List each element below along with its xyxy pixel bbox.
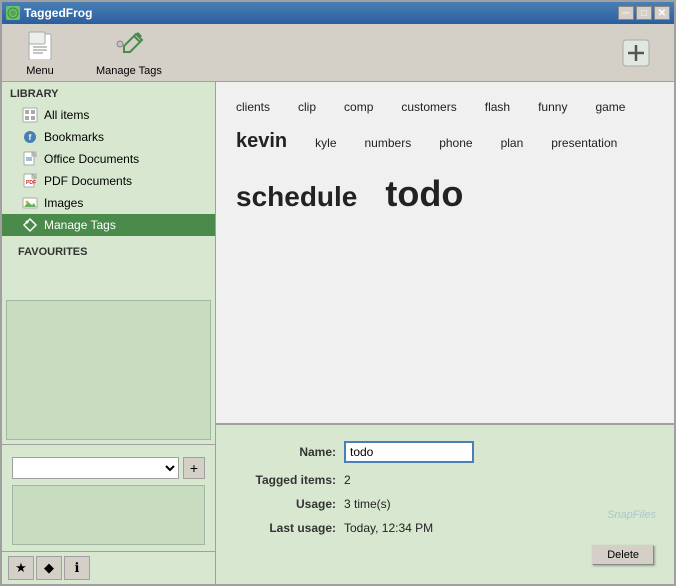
add-toolbar-item[interactable]	[606, 33, 666, 73]
svg-text:f: f	[29, 133, 32, 142]
sidebar-bottom: +	[2, 444, 215, 551]
delete-row: Delete	[236, 545, 654, 565]
all-items-icon	[22, 107, 38, 123]
detail-panel: Name: Tagged items: 2 Usage: 3 time(s) L…	[216, 424, 674, 584]
tag-word[interactable]: todo	[385, 165, 463, 223]
name-input[interactable]	[344, 441, 474, 463]
tag-word[interactable]: kyle	[315, 134, 336, 153]
usage-value: 3 time(s)	[344, 497, 391, 511]
tag-word[interactable]: clip	[298, 98, 316, 117]
window-title: TaggedFrog	[24, 6, 92, 20]
detail-name-row: Name:	[236, 441, 654, 463]
sidebar-label-all-items: All items	[44, 108, 89, 122]
tag-button[interactable]: ◆	[36, 556, 62, 580]
tag-word[interactable]: comp	[344, 98, 373, 117]
manage-tags-label: Manage Tags	[96, 65, 162, 77]
info-button[interactable]: ℹ	[64, 556, 90, 580]
sidebar-label-images: Images	[44, 196, 83, 210]
last-usage-label: Last usage:	[236, 521, 336, 535]
sidebar-label-pdf-documents: PDF Documents	[44, 174, 132, 188]
sidebar-label-office-documents: Office Documents	[44, 152, 139, 166]
sidebar-add-button[interactable]: +	[183, 457, 205, 479]
sidebar: LIBRARY All items f	[2, 82, 216, 584]
sidebar-item-manage-tags[interactable]: Manage Tags	[2, 214, 215, 236]
manage-tags-toolbar-item[interactable]: Manage Tags	[90, 25, 168, 81]
pdf-documents-icon: PDF	[22, 173, 38, 189]
tag-word[interactable]: flash	[485, 98, 510, 117]
usage-label: Usage:	[236, 497, 336, 511]
tags-grid: clients clip comp customers flash funny game ke…	[236, 98, 654, 223]
minimize-button[interactable]: ─	[618, 6, 634, 20]
tag-word[interactable]: presentation	[551, 134, 617, 153]
toolbar: Menu Manage Tags	[2, 24, 674, 82]
add-icon	[620, 37, 652, 69]
tag-word[interactable]: numbers	[365, 134, 412, 153]
images-icon	[22, 195, 38, 211]
tag-word[interactable]: customers	[401, 98, 456, 117]
tagged-items-value: 2	[344, 473, 351, 487]
sidebar-dropdown[interactable]	[12, 457, 179, 479]
library-section-title: LIBRARY	[2, 82, 215, 104]
tags-area: clients clip comp customers flash funny game ke…	[216, 82, 674, 424]
menu-icon	[24, 29, 56, 61]
close-button[interactable]: ✕	[654, 6, 670, 20]
detail-usage-row: Usage: 3 time(s)	[236, 497, 654, 511]
tagged-items-label: Tagged items:	[236, 473, 336, 487]
tag-word[interactable]: game	[595, 98, 625, 117]
sidebar-label-bookmarks: Bookmarks	[44, 130, 104, 144]
menu-toolbar-item[interactable]: Menu	[10, 25, 70, 81]
maximize-button[interactable]: □	[636, 6, 652, 20]
tag-word[interactable]: schedule	[236, 175, 357, 220]
tag-word[interactable]: plan	[501, 134, 524, 153]
office-documents-icon	[22, 151, 38, 167]
sidebar-item-pdf-documents[interactable]: PDF PDF Documents	[2, 170, 215, 192]
name-label: Name:	[236, 445, 336, 459]
detail-last-usage-row: Last usage: Today, 12:34 PM	[236, 521, 654, 535]
tag-word[interactable]: kevin	[236, 125, 287, 157]
bookmarks-icon: f	[22, 129, 38, 145]
favourites-area: FAVOURITES	[2, 236, 215, 296]
sidebar-item-images[interactable]: Images	[2, 192, 215, 214]
detail-tagged-items-row: Tagged items: 2	[236, 473, 654, 487]
tag-word[interactable]: phone	[439, 134, 472, 153]
title-bar: TaggedFrog ─ □ ✕	[2, 2, 674, 24]
star-button[interactable]: ★	[8, 556, 34, 580]
sidebar-large-area	[6, 300, 211, 440]
last-usage-value: Today, 12:34 PM	[344, 521, 433, 535]
main-content: LIBRARY All items f	[2, 82, 674, 584]
sidebar-footer: ★ ◆ ℹ	[2, 551, 215, 584]
manage-tags-icon	[113, 29, 145, 61]
main-window: TaggedFrog ─ □ ✕ Menu	[0, 0, 676, 586]
app-icon	[6, 6, 20, 20]
sidebar-item-all-items[interactable]: All items	[2, 104, 215, 126]
favourites-section-title: FAVOURITES	[10, 240, 207, 262]
sidebar-item-office-documents[interactable]: Office Documents	[2, 148, 215, 170]
delete-button[interactable]: Delete	[592, 545, 654, 565]
svg-text:PDF: PDF	[26, 180, 36, 186]
right-content: clients clip comp customers flash funny game ke…	[216, 82, 674, 584]
title-buttons: ─ □ ✕	[618, 6, 670, 20]
sidebar-dropdown-row: +	[8, 451, 209, 485]
tag-word[interactable]: funny	[538, 98, 567, 117]
sidebar-content-area	[12, 485, 205, 545]
manage-tags-sidebar-icon	[22, 217, 38, 233]
sidebar-item-bookmarks[interactable]: f Bookmarks	[2, 126, 215, 148]
sidebar-label-manage-tags: Manage Tags	[44, 218, 116, 232]
title-bar-left: TaggedFrog	[6, 6, 92, 20]
tag-word[interactable]: clients	[236, 98, 270, 117]
menu-label: Menu	[26, 65, 54, 77]
